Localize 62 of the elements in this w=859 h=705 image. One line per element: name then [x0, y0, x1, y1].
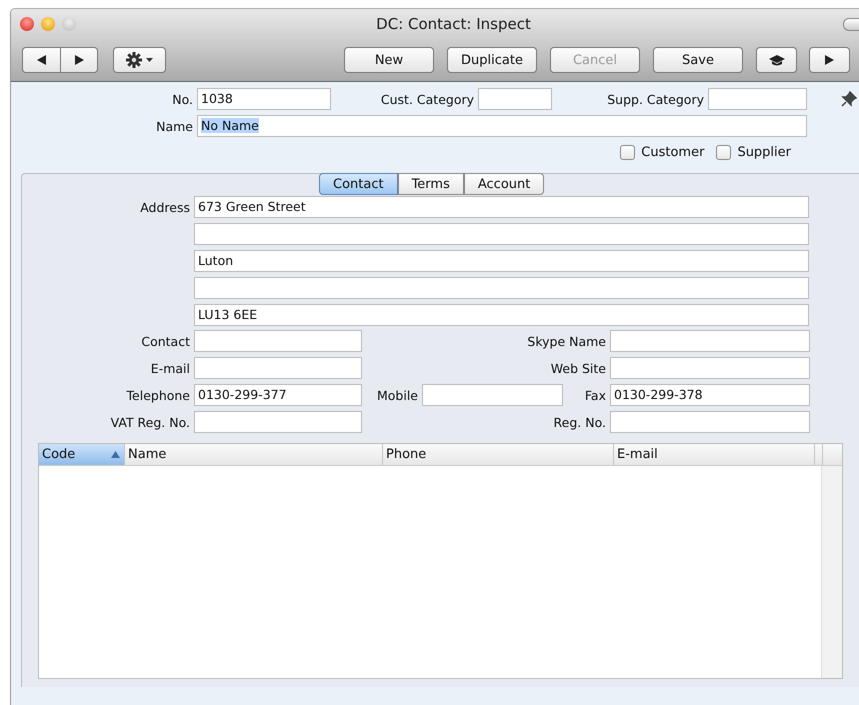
- gear-icon: [126, 52, 142, 68]
- field-label: Telephone: [126, 388, 191, 402]
- text-field[interactable]: [610, 357, 810, 379]
- next-button[interactable]: [60, 47, 98, 73]
- action-menu-button[interactable]: [113, 47, 166, 73]
- supplier-category-field[interactable]: [708, 88, 807, 110]
- address-field[interactable]: 673 Green Street: [194, 196, 809, 218]
- text-field[interactable]: [422, 384, 563, 406]
- field-label: VAT Reg. No.: [110, 414, 191, 430]
- field-label: Address: [139, 200, 191, 214]
- tab[interactable]: Terms: [398, 173, 464, 195]
- tab[interactable]: Account: [464, 173, 544, 195]
- column-header[interactable]: Name: [125, 444, 383, 465]
- address-field[interactable]: Luton: [194, 250, 809, 272]
- scrollbar-track[interactable]: [821, 466, 842, 678]
- right-arrow-icon: [74, 55, 84, 65]
- column-header[interactable]: Phone: [383, 444, 614, 465]
- window-title: DC: Contact: Inspect: [375, 15, 532, 33]
- toolbar-button[interactable]: Save: [653, 47, 743, 73]
- toolbar-button[interactable]: New: [344, 47, 434, 73]
- text-field[interactable]: [610, 411, 810, 433]
- play-icon: [825, 55, 834, 65]
- previous-button[interactable]: [22, 47, 60, 73]
- left-arrow-icon: [37, 55, 46, 65]
- tab[interactable]: Contact: [319, 173, 398, 195]
- checkbox[interactable]: Supplier: [716, 144, 791, 160]
- customer-category-field[interactable]: [478, 88, 552, 110]
- address-field[interactable]: [194, 223, 809, 245]
- address-field[interactable]: LU13 6EE: [194, 304, 809, 326]
- minimize-button[interactable]: [41, 17, 55, 31]
- text-field[interactable]: [194, 411, 362, 433]
- text-field[interactable]: [194, 330, 362, 352]
- field-label: E-mail: [150, 360, 191, 376]
- field-label: Supp. Category: [606, 92, 705, 106]
- forward-button[interactable]: [809, 47, 850, 73]
- text-field[interactable]: [194, 357, 362, 379]
- number-field[interactable]: 1038: [197, 88, 331, 110]
- sort-ascending-icon: [111, 451, 120, 458]
- column-header[interactable]: E-mail: [614, 444, 815, 465]
- mortarboard-icon: [768, 54, 784, 66]
- text-field[interactable]: [610, 330, 810, 352]
- field-label: No.: [171, 92, 194, 106]
- checkbox[interactable]: Customer: [620, 144, 704, 160]
- field-label: Cust. Category: [380, 92, 475, 106]
- field-label: Contact: [140, 334, 191, 348]
- close-button[interactable]: [20, 17, 34, 31]
- help-button[interactable]: [756, 47, 797, 73]
- name-field[interactable]: No Name: [197, 115, 807, 137]
- field-label: Fax: [584, 388, 607, 402]
- field-label: Web Site: [550, 360, 607, 376]
- zoom-button[interactable]: [62, 17, 76, 31]
- field-label: Skype Name: [527, 334, 607, 348]
- toolbar-button[interactable]: Duplicate: [447, 47, 537, 73]
- address-field[interactable]: [194, 277, 809, 299]
- field-label: Mobile: [376, 388, 419, 402]
- field-label: Name: [155, 118, 194, 134]
- caret-icon: [146, 58, 153, 62]
- column-header[interactable]: Code: [39, 444, 125, 465]
- field-label: Reg. No.: [554, 414, 607, 430]
- pin-icon[interactable]: [841, 91, 857, 107]
- text-field[interactable]: 0130-299-377: [194, 384, 362, 406]
- text-field[interactable]: 0130-299-378: [610, 384, 810, 406]
